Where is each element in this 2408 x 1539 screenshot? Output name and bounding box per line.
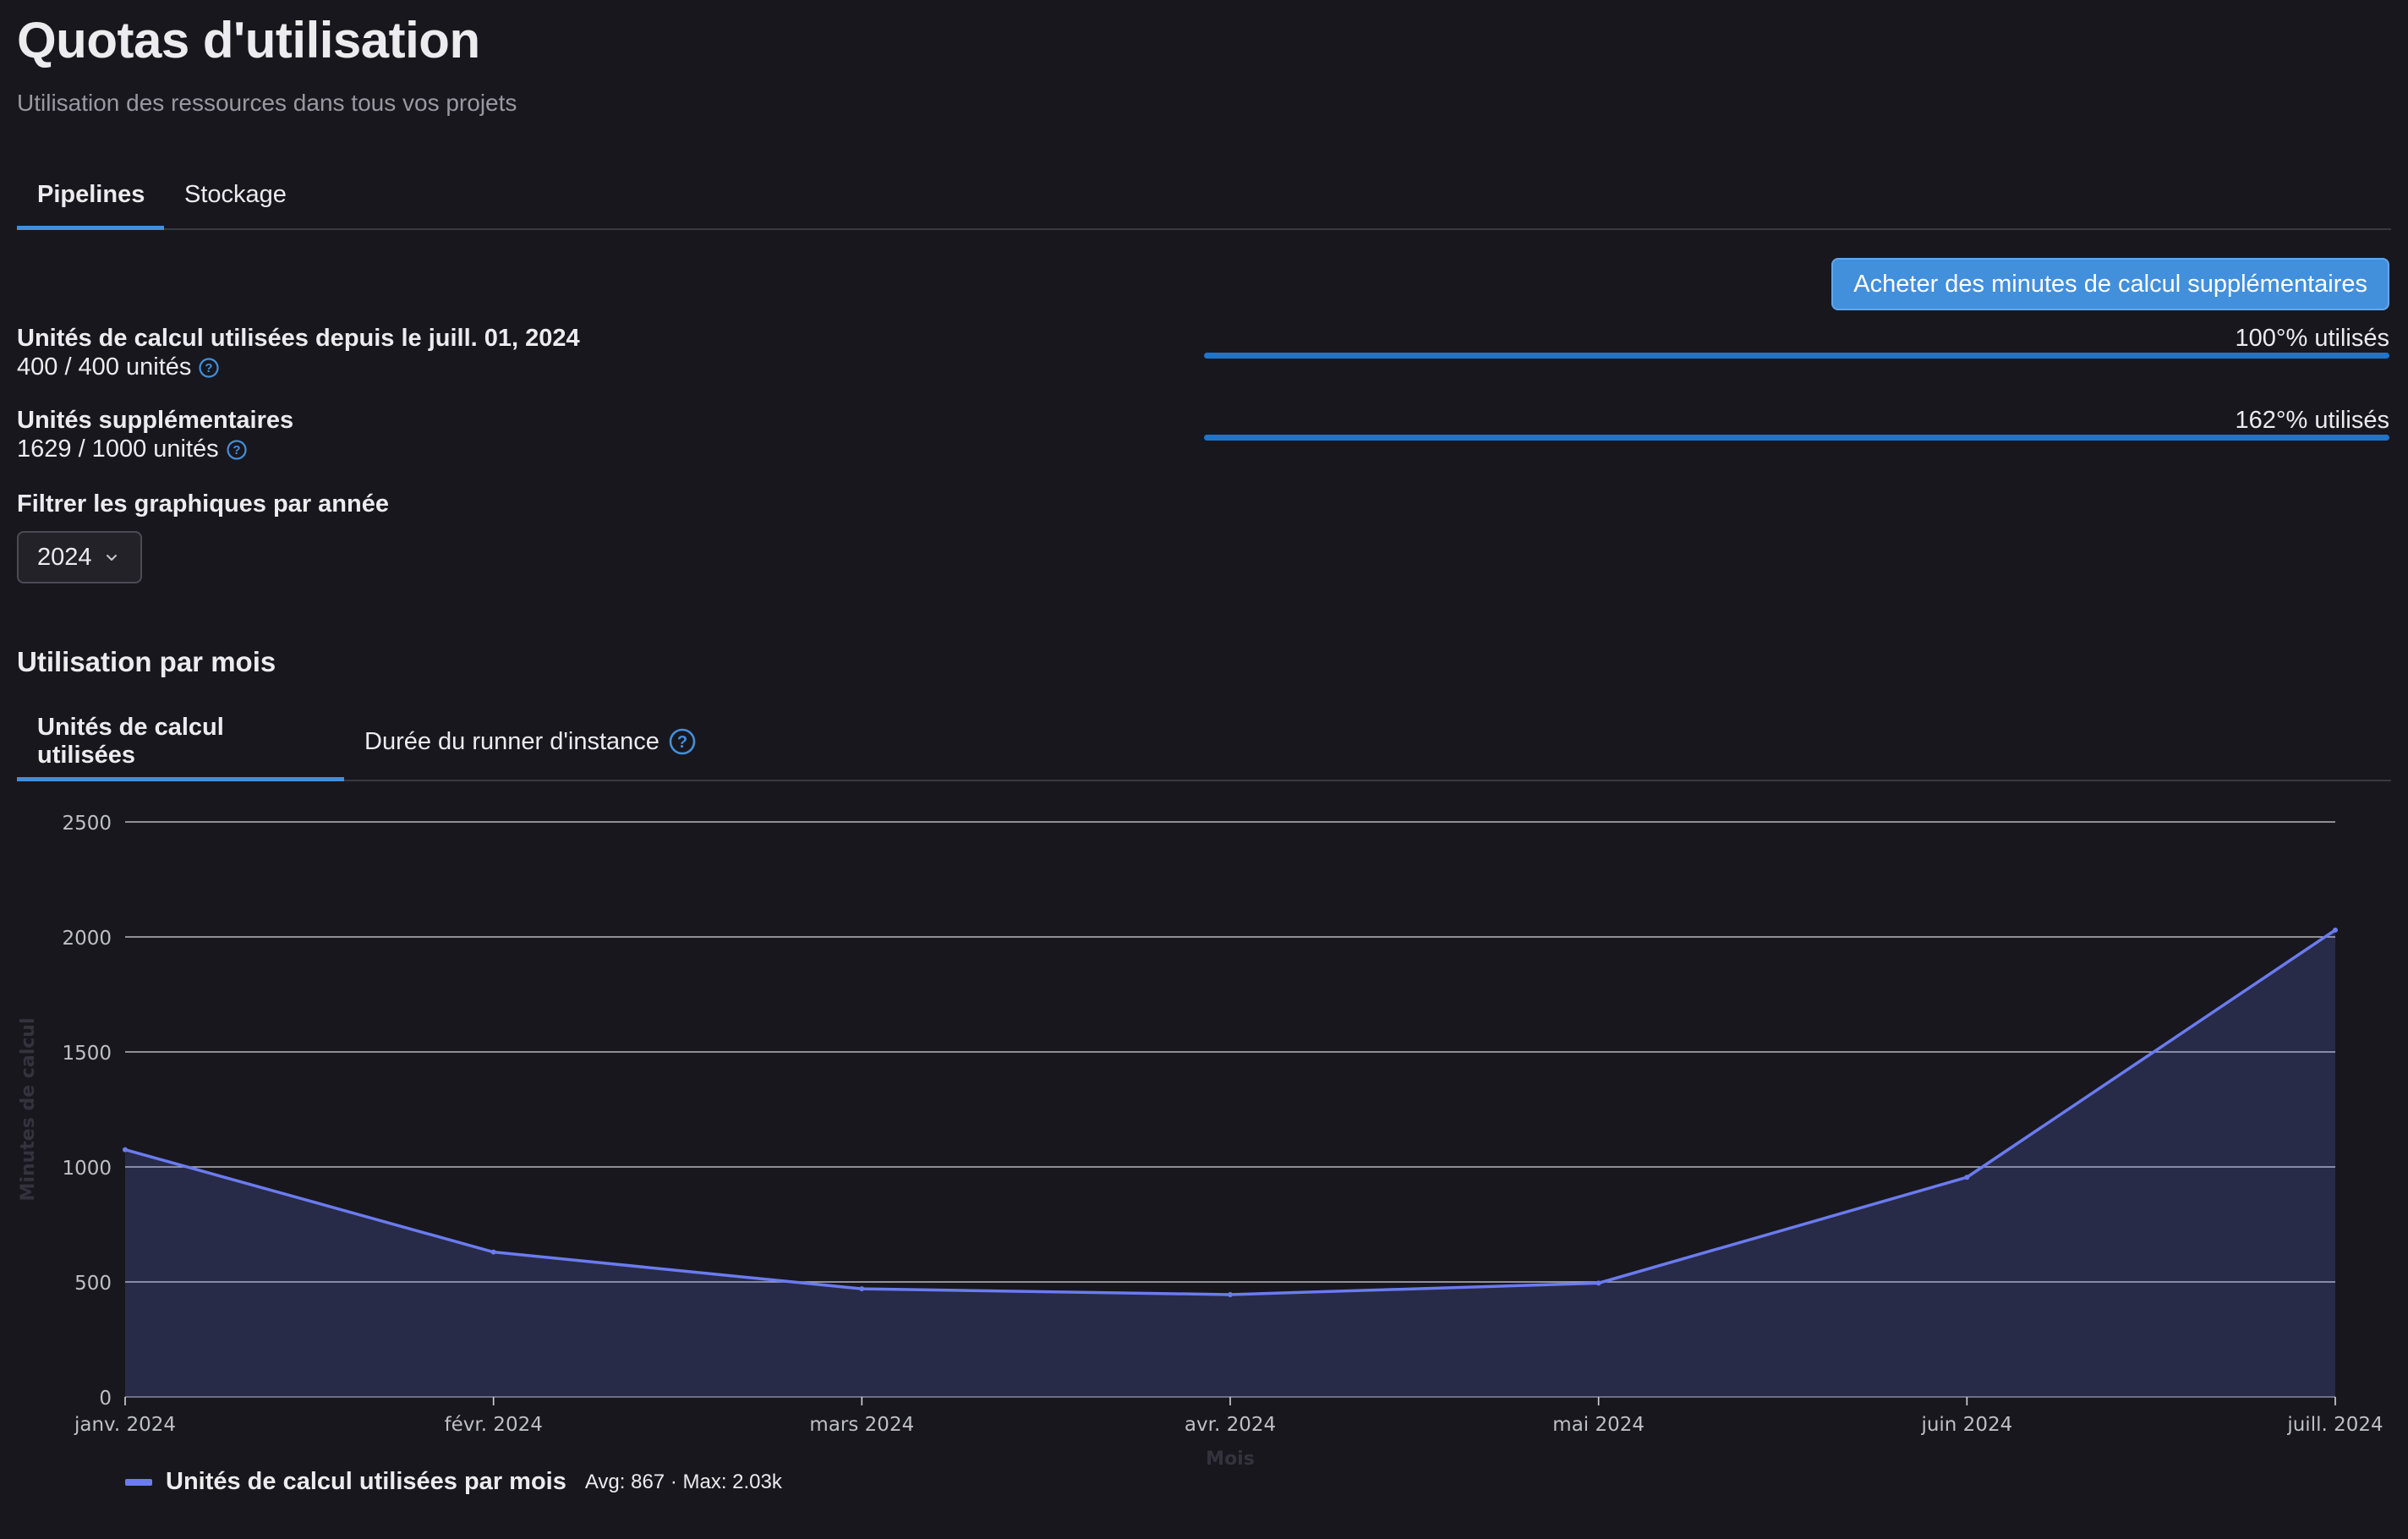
x-axis-label: Mois [1206, 1449, 1255, 1470]
x-tick-label: juill. 2024 [2286, 1414, 2383, 1436]
data-point[interactable] [1964, 1175, 1970, 1180]
page-title: Quotas d'utilisation [17, 12, 480, 68]
page-subtitle: Utilisation des ressources dans tous vos… [17, 90, 517, 116]
x-tick-label: janv. 2024 [74, 1414, 176, 1436]
quota-tabs: Pipelines Stockage [17, 161, 2391, 230]
help-icon[interactable]: ? [198, 356, 220, 378]
additional-units-value: 1629 / 1000 unités [17, 435, 219, 463]
legend-series-label[interactable]: Unités de calcul utilisées par mois [166, 1468, 566, 1496]
year-select[interactable]: 2024 [17, 531, 142, 583]
additional-units-progress-bar [1204, 435, 2389, 441]
svg-text:?: ? [205, 361, 213, 375]
help-icon[interactable]: ? [668, 727, 697, 756]
tab-compute-units-used[interactable]: Unités de calcul utilisées [17, 704, 344, 781]
legend-swatch [125, 1478, 152, 1486]
y-tick-label: 1000 [62, 1158, 112, 1180]
chart-legend: Unités de calcul utilisées par mois Avg:… [125, 1468, 782, 1496]
help-icon[interactable]: ? [226, 438, 248, 460]
compute-usage-value: 400 / 400 unités [17, 353, 192, 381]
data-point[interactable] [859, 1286, 865, 1292]
additional-units-progress-fill [1204, 435, 2389, 441]
y-tick-label: 2500 [62, 813, 112, 835]
section-title: Utilisation par mois [17, 646, 276, 677]
compute-usage-label: Unités de calcul utilisées depuis le jui… [17, 325, 580, 352]
compute-usage-progress-fill [1204, 353, 2389, 359]
legend-stats: Avg: 867 · Max: 2.03k [584, 1470, 782, 1493]
year-select-value: 2024 [37, 543, 92, 571]
x-tick-label: mars 2024 [809, 1414, 914, 1436]
buy-compute-minutes-button[interactable]: Acheter des minutes de calcul supplément… [1831, 258, 2389, 310]
usage-chart: 0 500 1000 1500 2000 2500 janv. 2024 févr. 2024… [18, 813, 2383, 1470]
additional-units-label: Unités supplémentaires [17, 407, 294, 434]
x-tick-label: févr. 2024 [444, 1414, 542, 1436]
compute-usage-percent: 100°% utilisés [2235, 325, 2389, 352]
x-tick-label: juin 2024 [1920, 1414, 2012, 1436]
compute-usage-value-row: 400 / 400 unités ? [17, 352, 220, 382]
svg-text:?: ? [233, 443, 240, 457]
y-tick-label: 2000 [62, 928, 112, 950]
tab-instance-runner-duration-label: Durée du runner d'instance [364, 727, 659, 755]
data-point[interactable] [1595, 1280, 1601, 1286]
chart-tabs: Unités de calcul utilisées Durée du runn… [17, 704, 2391, 781]
usage-quotas-page: Quotas d'utilisation Utilisation des res… [0, 0, 2408, 1539]
data-point[interactable] [123, 1147, 128, 1153]
x-tick-label: mai 2024 [1552, 1414, 1645, 1436]
additional-units-value-row: 1629 / 1000 unités ? [17, 434, 248, 464]
additional-units-percent: 162°% utilisés [2235, 407, 2389, 434]
y-tick-label: 0 [99, 1388, 112, 1410]
svg-text:?: ? [677, 733, 687, 752]
data-point[interactable] [2333, 927, 2338, 933]
data-point[interactable] [1228, 1291, 1233, 1297]
series-area [125, 929, 2335, 1397]
data-point[interactable] [490, 1249, 496, 1255]
compute-usage-progress-bar [1204, 353, 2389, 359]
year-filter-label: Filtrer les graphiques par année [17, 490, 389, 518]
tab-pipelines[interactable]: Pipelines [17, 161, 164, 230]
chevron-down-icon [106, 555, 117, 561]
tab-instance-runner-duration[interactable]: Durée du runner d'instance ? [344, 704, 717, 780]
y-axis-label: Minutes de calcul [18, 1018, 39, 1202]
x-tick-label: avr. 2024 [1185, 1414, 1276, 1436]
y-tick-label: 1500 [62, 1043, 112, 1065]
tab-storage[interactable]: Stockage [164, 161, 307, 228]
y-tick-label: 500 [74, 1273, 112, 1295]
